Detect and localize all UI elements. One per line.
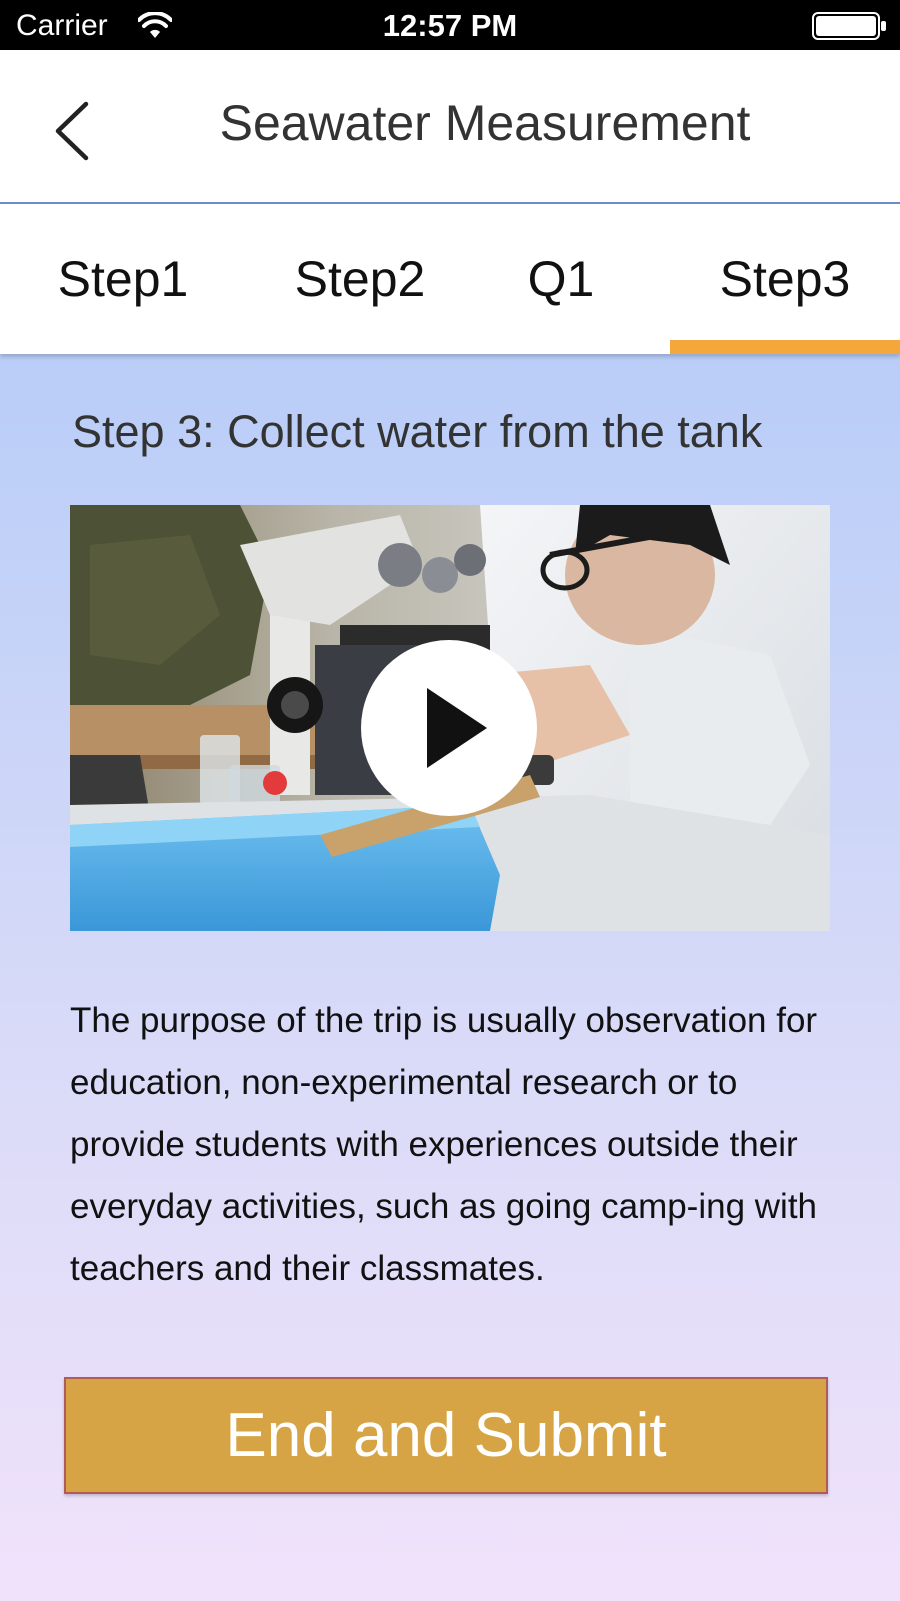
active-tab-indicator [670,340,900,354]
step-heading: Step 3: Collect water from the tank [72,406,763,457]
chevron-left-icon [55,101,89,161]
tab-step2[interactable]: Step2 [262,204,458,354]
status-time: 12:57 PM [382,8,518,43]
video-player[interactable] [70,505,830,931]
status-bar: Carrier 12:57 PM [0,0,900,50]
battery-icon [812,12,886,40]
play-button[interactable] [361,640,537,816]
tab-step3[interactable]: Step3 [670,204,900,354]
back-button[interactable] [44,90,114,170]
tab-step1[interactable]: Step1 [30,204,216,354]
play-icon [427,688,487,768]
nav-bar: Seawater Measurement [0,50,900,204]
page-title: Seawater Measurement [219,95,751,151]
tab-bar: Step1 Step2 Q1 Step3 [0,204,900,354]
end-and-submit-button[interactable]: End and Submit [64,1377,828,1494]
tab-q1[interactable]: Q1 [500,204,622,354]
description-text: The purpose of the trip is usually obser… [70,1001,818,1288]
